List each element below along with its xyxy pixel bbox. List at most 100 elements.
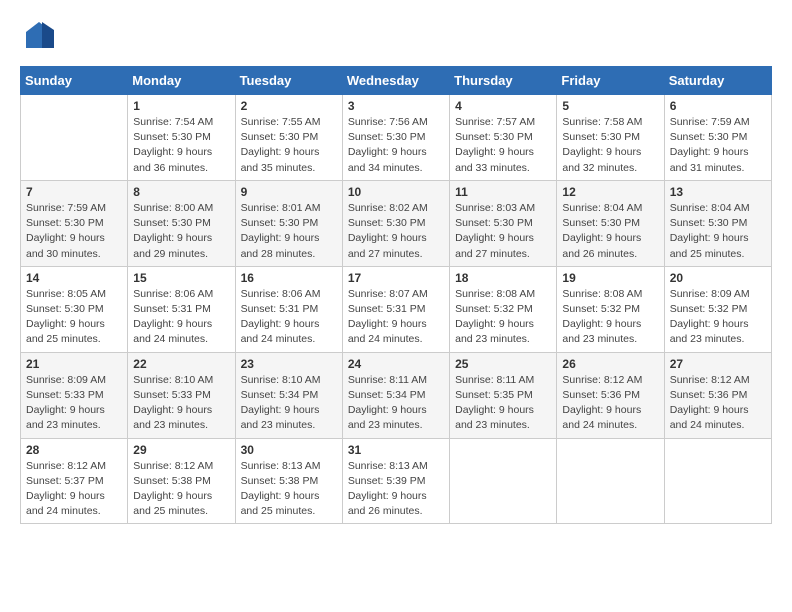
day-number: 6 (670, 99, 766, 113)
daylight: Daylight: 9 hours and 24 minutes. (348, 318, 427, 345)
calendar-cell: 11 Sunrise: 8:03 AM Sunset: 5:30 PM Dayl… (450, 180, 557, 266)
calendar-cell: 28 Sunrise: 8:12 AM Sunset: 5:37 PM Dayl… (21, 438, 128, 524)
sunrise: Sunrise: 8:08 AM (562, 288, 642, 300)
day-info: Sunrise: 8:12 AM Sunset: 5:37 PM Dayligh… (26, 459, 122, 520)
calendar-cell: 14 Sunrise: 8:05 AM Sunset: 5:30 PM Dayl… (21, 266, 128, 352)
sunrise: Sunrise: 8:13 AM (241, 460, 321, 472)
day-number: 10 (348, 185, 444, 199)
sunrise: Sunrise: 8:06 AM (241, 288, 321, 300)
day-number: 30 (241, 443, 337, 457)
daylight: Daylight: 9 hours and 23 minutes. (26, 404, 105, 431)
daylight: Daylight: 9 hours and 24 minutes. (133, 318, 212, 345)
calendar-cell: 17 Sunrise: 8:07 AM Sunset: 5:31 PM Dayl… (342, 266, 449, 352)
daylight: Daylight: 9 hours and 29 minutes. (133, 232, 212, 259)
day-info: Sunrise: 7:57 AM Sunset: 5:30 PM Dayligh… (455, 115, 551, 176)
sunrise: Sunrise: 7:59 AM (26, 202, 106, 214)
day-number: 26 (562, 357, 658, 371)
sunset: Sunset: 5:34 PM (241, 389, 319, 401)
day-info: Sunrise: 8:12 AM Sunset: 5:36 PM Dayligh… (562, 373, 658, 434)
day-info: Sunrise: 8:01 AM Sunset: 5:30 PM Dayligh… (241, 201, 337, 262)
logo-icon (24, 20, 54, 50)
day-info: Sunrise: 8:08 AM Sunset: 5:32 PM Dayligh… (562, 287, 658, 348)
sunset: Sunset: 5:36 PM (562, 389, 640, 401)
calendar-cell: 13 Sunrise: 8:04 AM Sunset: 5:30 PM Dayl… (664, 180, 771, 266)
sunset: Sunset: 5:34 PM (348, 389, 426, 401)
day-info: Sunrise: 8:13 AM Sunset: 5:39 PM Dayligh… (348, 459, 444, 520)
header-wednesday: Wednesday (342, 67, 449, 95)
calendar-cell: 10 Sunrise: 8:02 AM Sunset: 5:30 PM Dayl… (342, 180, 449, 266)
day-number: 12 (562, 185, 658, 199)
sunset: Sunset: 5:31 PM (241, 303, 319, 315)
day-number: 19 (562, 271, 658, 285)
day-number: 25 (455, 357, 551, 371)
day-info: Sunrise: 8:02 AM Sunset: 5:30 PM Dayligh… (348, 201, 444, 262)
calendar-cell (557, 438, 664, 524)
sunset: Sunset: 5:30 PM (348, 131, 426, 143)
sunset: Sunset: 5:30 PM (348, 217, 426, 229)
sunset: Sunset: 5:32 PM (670, 303, 748, 315)
calendar-cell: 22 Sunrise: 8:10 AM Sunset: 5:33 PM Dayl… (128, 352, 235, 438)
header-friday: Friday (557, 67, 664, 95)
daylight: Daylight: 9 hours and 25 minutes. (241, 490, 320, 517)
sunrise: Sunrise: 8:12 AM (26, 460, 106, 472)
daylight: Daylight: 9 hours and 34 minutes. (348, 146, 427, 173)
calendar-cell: 24 Sunrise: 8:11 AM Sunset: 5:34 PM Dayl… (342, 352, 449, 438)
daylight: Daylight: 9 hours and 24 minutes. (562, 404, 641, 431)
sunset: Sunset: 5:33 PM (26, 389, 104, 401)
day-info: Sunrise: 8:04 AM Sunset: 5:30 PM Dayligh… (562, 201, 658, 262)
day-number: 14 (26, 271, 122, 285)
header-sunday: Sunday (21, 67, 128, 95)
day-info: Sunrise: 7:59 AM Sunset: 5:30 PM Dayligh… (26, 201, 122, 262)
sunset: Sunset: 5:30 PM (133, 217, 211, 229)
day-info: Sunrise: 7:56 AM Sunset: 5:30 PM Dayligh… (348, 115, 444, 176)
day-number: 17 (348, 271, 444, 285)
sunrise: Sunrise: 7:57 AM (455, 116, 535, 128)
daylight: Daylight: 9 hours and 26 minutes. (348, 490, 427, 517)
day-info: Sunrise: 7:58 AM Sunset: 5:30 PM Dayligh… (562, 115, 658, 176)
calendar-table: SundayMondayTuesdayWednesdayThursdayFrid… (20, 66, 772, 524)
sunset: Sunset: 5:30 PM (26, 217, 104, 229)
day-info: Sunrise: 8:00 AM Sunset: 5:30 PM Dayligh… (133, 201, 229, 262)
sunrise: Sunrise: 8:12 AM (670, 374, 750, 386)
daylight: Daylight: 9 hours and 23 minutes. (241, 404, 320, 431)
calendar-cell: 7 Sunrise: 7:59 AM Sunset: 5:30 PM Dayli… (21, 180, 128, 266)
calendar-cell: 2 Sunrise: 7:55 AM Sunset: 5:30 PM Dayli… (235, 95, 342, 181)
daylight: Daylight: 9 hours and 23 minutes. (348, 404, 427, 431)
day-number: 28 (26, 443, 122, 457)
header-thursday: Thursday (450, 67, 557, 95)
day-number: 4 (455, 99, 551, 113)
daylight: Daylight: 9 hours and 28 minutes. (241, 232, 320, 259)
daylight: Daylight: 9 hours and 25 minutes. (133, 490, 212, 517)
sunset: Sunset: 5:36 PM (670, 389, 748, 401)
sunrise: Sunrise: 7:58 AM (562, 116, 642, 128)
day-number: 29 (133, 443, 229, 457)
day-number: 11 (455, 185, 551, 199)
day-number: 16 (241, 271, 337, 285)
calendar-cell: 12 Sunrise: 8:04 AM Sunset: 5:30 PM Dayl… (557, 180, 664, 266)
calendar-week-5: 28 Sunrise: 8:12 AM Sunset: 5:37 PM Dayl… (21, 438, 772, 524)
header-monday: Monday (128, 67, 235, 95)
calendar-cell: 6 Sunrise: 7:59 AM Sunset: 5:30 PM Dayli… (664, 95, 771, 181)
sunrise: Sunrise: 8:01 AM (241, 202, 321, 214)
calendar-week-2: 7 Sunrise: 7:59 AM Sunset: 5:30 PM Dayli… (21, 180, 772, 266)
calendar-cell: 18 Sunrise: 8:08 AM Sunset: 5:32 PM Dayl… (450, 266, 557, 352)
day-number: 8 (133, 185, 229, 199)
daylight: Daylight: 9 hours and 27 minutes. (455, 232, 534, 259)
daylight: Daylight: 9 hours and 25 minutes. (26, 318, 105, 345)
header-saturday: Saturday (664, 67, 771, 95)
sunrise: Sunrise: 8:05 AM (26, 288, 106, 300)
calendar-cell: 19 Sunrise: 8:08 AM Sunset: 5:32 PM Dayl… (557, 266, 664, 352)
day-info: Sunrise: 8:06 AM Sunset: 5:31 PM Dayligh… (241, 287, 337, 348)
day-number: 31 (348, 443, 444, 457)
sunrise: Sunrise: 8:12 AM (562, 374, 642, 386)
sunset: Sunset: 5:30 PM (241, 217, 319, 229)
sunrise: Sunrise: 8:09 AM (26, 374, 106, 386)
day-info: Sunrise: 8:11 AM Sunset: 5:34 PM Dayligh… (348, 373, 444, 434)
daylight: Daylight: 9 hours and 30 minutes. (26, 232, 105, 259)
page-header (20, 20, 772, 50)
daylight: Daylight: 9 hours and 23 minutes. (455, 404, 534, 431)
day-number: 21 (26, 357, 122, 371)
sunrise: Sunrise: 8:11 AM (348, 374, 427, 386)
daylight: Daylight: 9 hours and 24 minutes. (26, 490, 105, 517)
day-number: 24 (348, 357, 444, 371)
